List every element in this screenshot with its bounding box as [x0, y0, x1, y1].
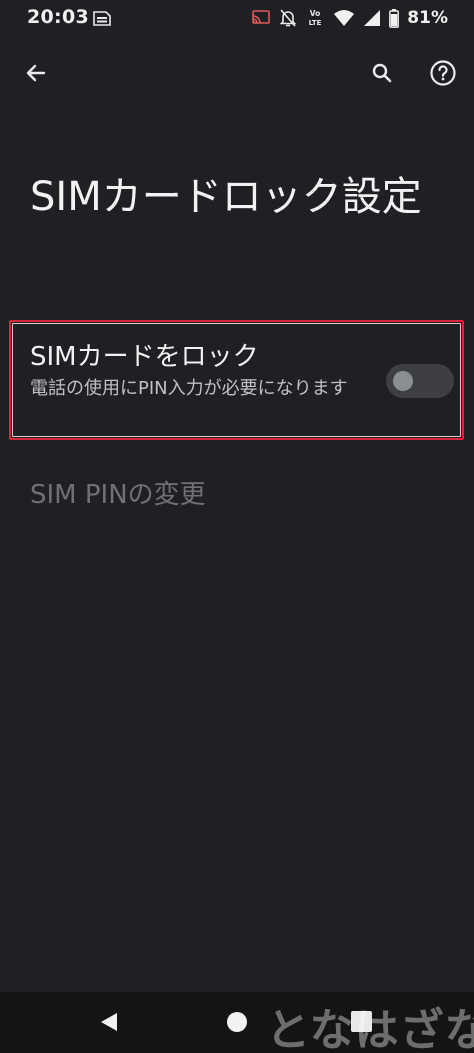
- search-button[interactable]: [360, 51, 404, 95]
- wifi-icon: [334, 10, 355, 26]
- toggle-thumb: [393, 371, 413, 391]
- volte-text-bottom: LTE: [309, 19, 322, 27]
- lock-sim-card-setting[interactable]: SIMカードをロック 電話の使用にPIN入力が必要になります: [13, 324, 460, 436]
- toolbar: [0, 45, 474, 101]
- lock-sim-summary: 電話の使用にPIN入力が必要になります: [30, 378, 348, 399]
- battery-percent: 81%: [407, 8, 448, 28]
- help-button[interactable]: [421, 51, 465, 95]
- help-icon: [430, 60, 456, 86]
- nav-back-icon[interactable]: [97, 1010, 121, 1034]
- volte-icon: Vo LTE: [309, 9, 322, 27]
- lock-sim-title: SIMカードをロック: [30, 342, 259, 372]
- back-button[interactable]: [14, 51, 58, 95]
- screen: 20:03 Vo LTE 81% SIMカードロック設定 SIMカードをロック …: [0, 0, 474, 1053]
- sim-card-icon: [93, 11, 111, 26]
- lock-sim-toggle[interactable]: [386, 364, 454, 398]
- status-bar: 20:03 Vo LTE 81%: [0, 0, 474, 38]
- navigation-bar: となはざな: [0, 992, 474, 1053]
- status-time: 20:03: [27, 6, 89, 28]
- cast-icon: [252, 10, 271, 24]
- signal-icon: [364, 10, 381, 26]
- nav-home-icon[interactable]: [227, 1012, 247, 1032]
- status-icons: Vo LTE 81%: [251, 6, 448, 30]
- back-arrow-icon: [26, 64, 46, 82]
- notifications-off-icon: [279, 9, 297, 27]
- page-title: SIMカードロック設定: [30, 174, 422, 220]
- search-icon: [372, 63, 392, 83]
- nav-recents-icon[interactable]: [351, 1011, 372, 1032]
- battery-icon: [389, 8, 400, 28]
- change-sim-pin-setting: SIM PINの変更: [30, 480, 206, 510]
- volte-text-top: Vo: [310, 9, 321, 18]
